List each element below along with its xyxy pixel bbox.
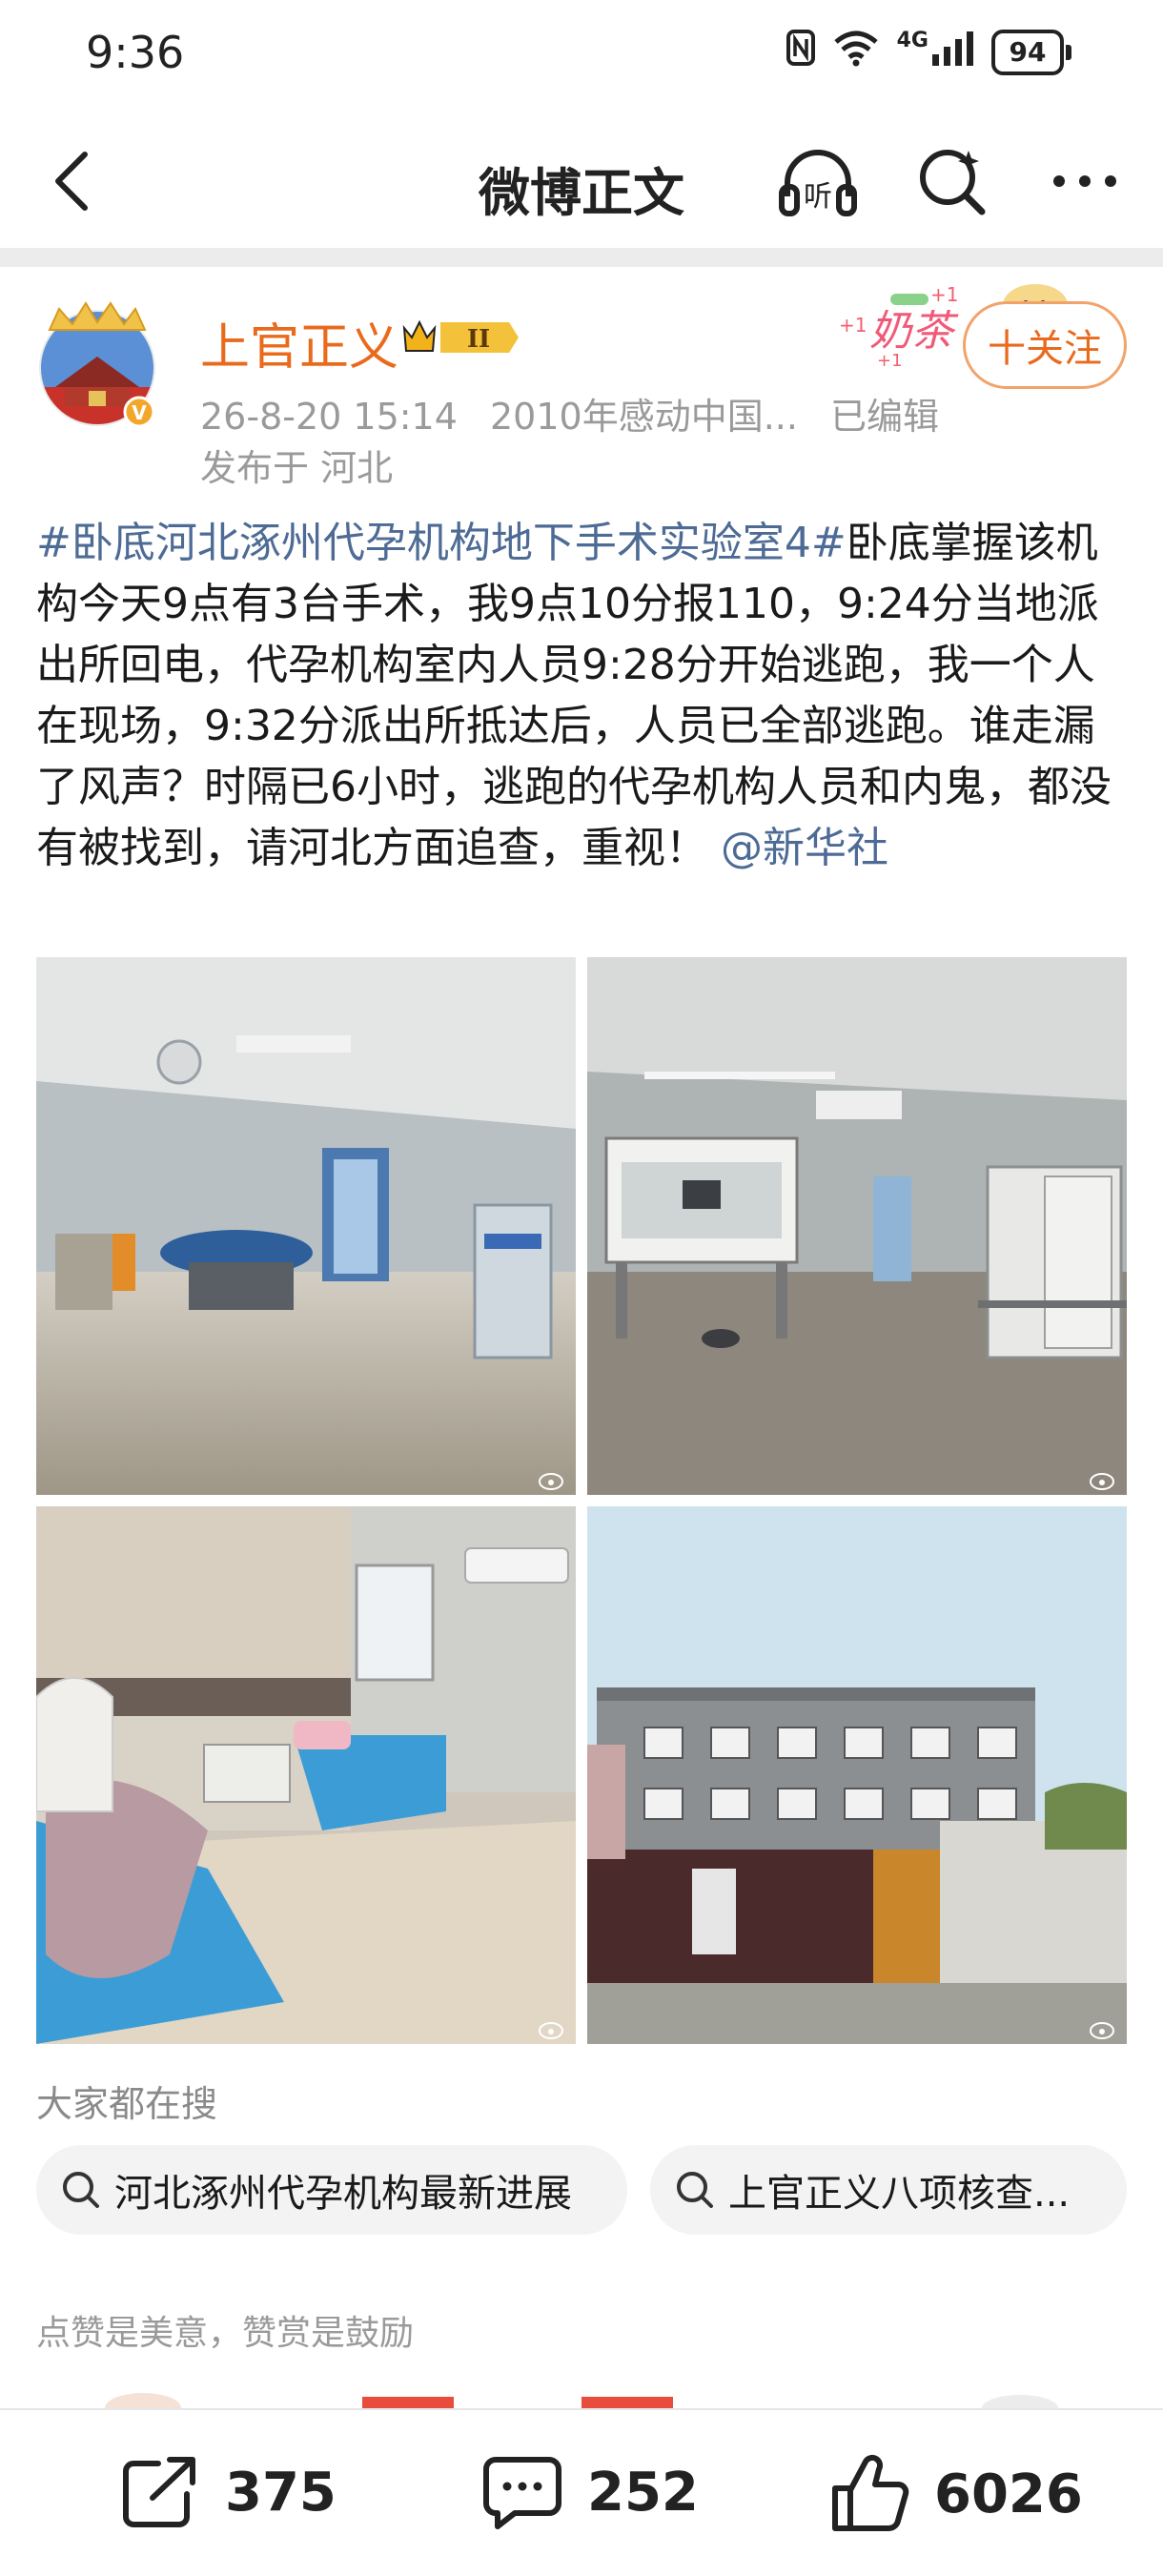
svg-text:听: 听 [804,180,832,214]
nfc-icon [786,30,815,74]
svg-text:V: V [132,401,147,424]
post-source[interactable]: 2010年感动中国... [490,396,798,438]
weibo-watermark-icon [539,2022,563,2039]
svg-text:+1: +1 [930,283,958,306]
header-divider [0,248,1163,267]
vip-badge: II [398,315,522,360]
like-button[interactable]: 6026 [829,2454,1083,2534]
weibo-watermark-icon [1090,2022,1114,2039]
share-button[interactable]: 375 [120,2454,337,2530]
author-name[interactable]: 上官正义 [200,307,398,378]
comment-button[interactable]: 252 [482,2454,699,2530]
share-count: 375 [225,2461,337,2524]
nav-bar: 微博正文 听 [0,114,1163,248]
post-image-4[interactable] [587,1506,1127,2044]
post-date: 26-8-20 15:14 [200,396,458,438]
vip-level: II [467,325,490,354]
svg-text:+1: +1 [839,314,867,337]
status-icons: 4G 94 [786,29,1071,75]
edited-label[interactable]: 已编辑 [830,396,939,438]
nav-actions: 听 [778,141,1125,221]
search-icon [920,150,986,215]
network-type: 4G [896,29,928,52]
more-button[interactable] [1045,141,1125,221]
mention-link[interactable]: @新华社 [721,824,888,872]
post-image-1[interactable] [36,957,576,1495]
wifi-icon [832,29,880,75]
thumbs-up-icon [832,2454,909,2531]
reward-avatars [0,2362,1163,2423]
more-icon [1053,175,1116,187]
status-bar: 9:36 4G 94 [0,0,1163,114]
search-chip-label: 河北涿州代孕机构最新进展 [114,2172,572,2216]
headphones-icon: 听 [779,150,857,216]
search-button[interactable] [911,141,991,221]
search-chip-2[interactable]: 上官正义八项核查... [650,2145,1127,2235]
post-image-2[interactable] [587,957,1127,1495]
post-text: #卧底河北涿州代孕机构地下手术实验室4#卧底掌握该机构今天9点有3台手术，我9点… [36,513,1132,879]
follow-button[interactable]: 十关注 [963,301,1127,389]
weibo-watermark-icon [539,1473,563,1490]
hashtag-link[interactable]: #卧底河北涿州代孕机构地下手术实验室4# [36,519,847,567]
search-icon [63,2172,99,2208]
search-section-label: 大家都在搜 [36,2083,218,2125]
search-chip-label: 上官正义八项核查... [728,2172,1071,2216]
battery-cap [1066,44,1071,60]
listen-button[interactable]: 听 [778,141,858,221]
post-image-3[interactable] [36,1506,576,2044]
signal-icon [932,30,974,74]
reward-label: 点赞是美意，赞赏是鼓励 [36,2314,415,2353]
battery-icon: 94 [991,29,1064,75]
weibo-watermark-icon [1090,1473,1114,1490]
search-chip-1[interactable]: 河北涿州代孕机构最新进展 [36,2145,627,2235]
post-body: 卧底掌握该机构今天9点有3台手术，我9点10分报110，9:24分当地派出所回电… [36,519,1112,872]
share-icon [123,2457,195,2527]
like-count: 6026 [934,2463,1083,2525]
status-time: 9:36 [86,27,185,78]
decor-text: 奶茶 [869,307,959,356]
svg-text:+1: +1 [877,351,903,371]
post-meta: 26-8-20 15:14 2010年感动中国... 已编辑 [200,387,960,440]
search-icon [677,2172,713,2208]
post-location: 发布于 河北 [200,447,394,489]
bottom-action-bar: 375 252 6026 [0,2408,1163,2576]
comment-icon [483,2457,561,2529]
comment-count: 252 [587,2461,699,2524]
avatar[interactable]: V [36,296,160,429]
